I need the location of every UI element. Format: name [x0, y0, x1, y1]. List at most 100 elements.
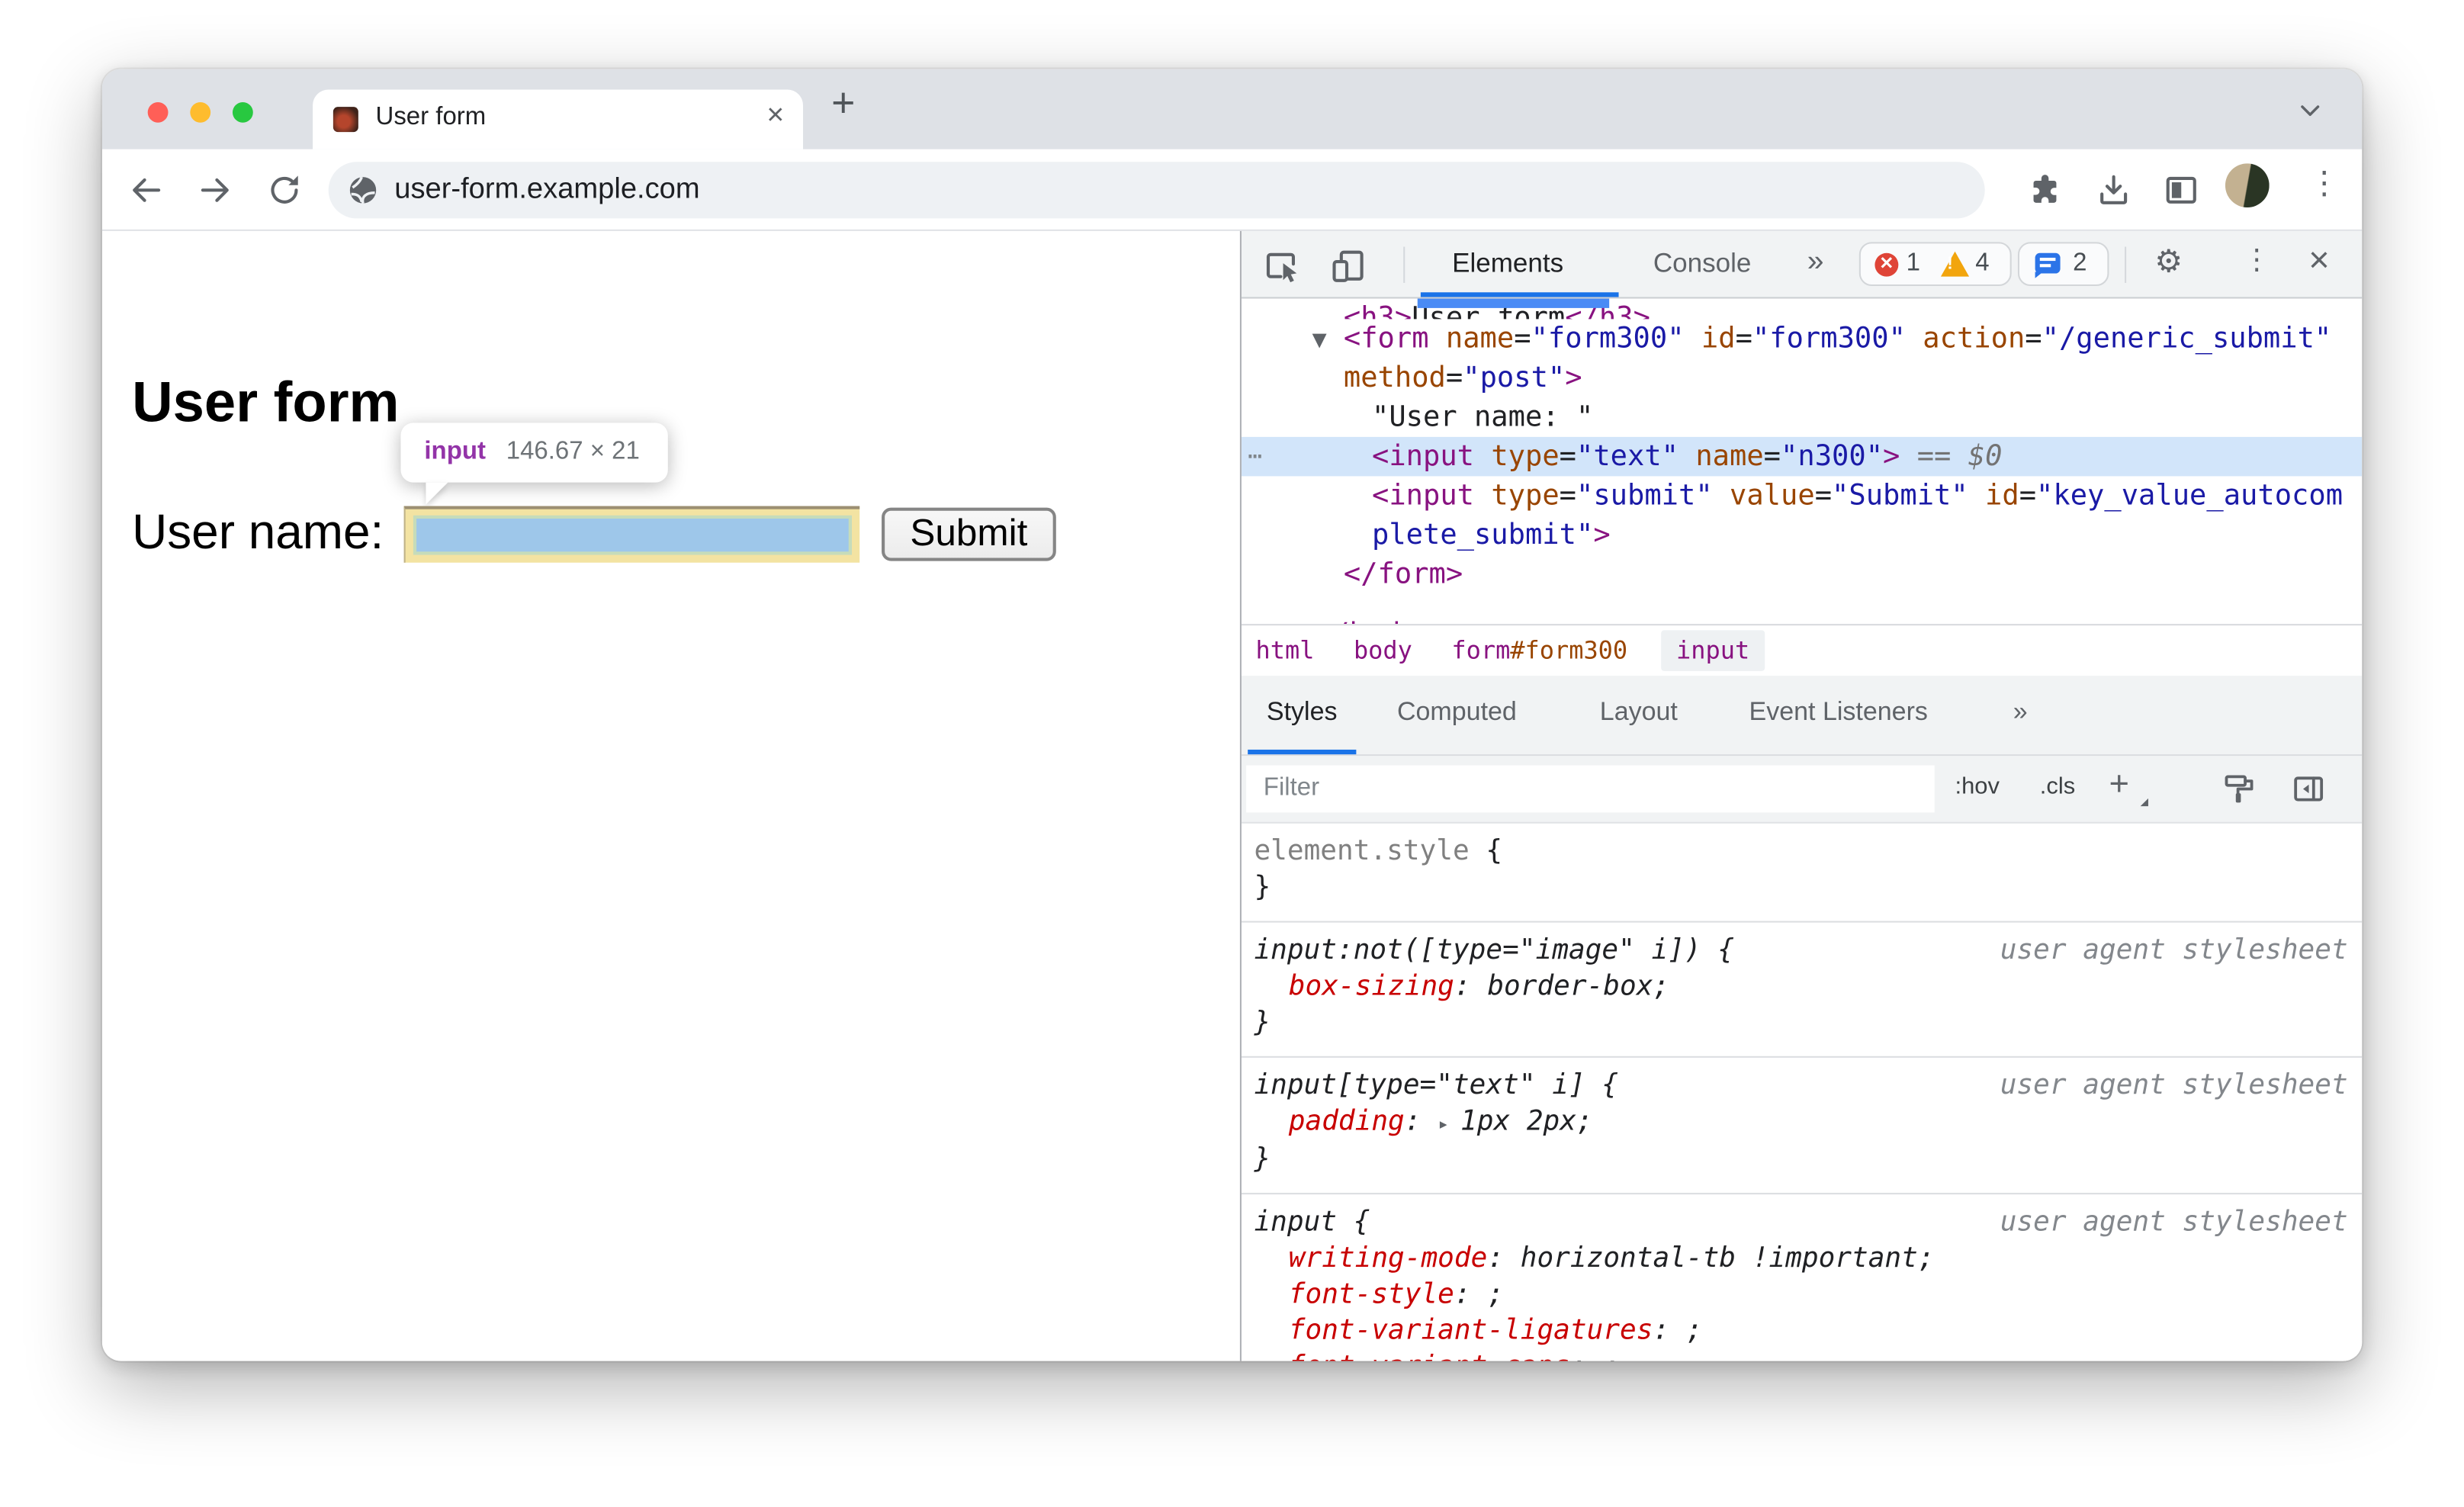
breadcrumb-item-html[interactable]: html	[1255, 637, 1314, 665]
style-rule: element.style {}	[1242, 824, 2362, 921]
sidebar-tab-computed[interactable]: Computed	[1397, 698, 1517, 728]
style-declaration[interactable]: padding: ▸ 1px 2px;	[1254, 1105, 2347, 1142]
devtools-toolbar: Elements Console » ✕ 1 ! 4 2 ⚙ ⋮ ×	[1241, 230, 2363, 299]
property-value: ;	[1685, 1315, 1703, 1348]
toggle-hover-state-button[interactable]: :hov	[1955, 773, 2000, 800]
breadcrumb-item-input[interactable]: input	[1660, 630, 1765, 671]
property-name: font-variant-caps	[1289, 1351, 1570, 1361]
code-token: "Submit"	[1832, 479, 1968, 513]
devtools-tab-console[interactable]: Console	[1653, 249, 1752, 280]
sidebar-tab-event-listeners[interactable]: Event Listeners	[1749, 698, 1928, 728]
code-token: >	[1565, 361, 1582, 395]
code-token: =	[1814, 479, 1833, 513]
minimize-window-button[interactable]	[190, 101, 211, 123]
code-token: =	[2019, 479, 2037, 513]
style-declaration[interactable]: font-variant-ligatures: ;	[1254, 1314, 2347, 1350]
styles-filter-input[interactable]	[1246, 765, 1935, 813]
dom-line[interactable]: <h3>User form</h3>	[1242, 298, 2362, 320]
code-token: name	[1679, 439, 1764, 474]
back-button[interactable]	[127, 172, 165, 209]
address-bar[interactable]: user-form.example.com	[328, 162, 1985, 219]
code-token: =	[1735, 322, 1752, 355]
paint-roller-icon[interactable]	[2222, 772, 2260, 809]
dom-line[interactable]: </form>	[1242, 554, 2362, 594]
style-rule: input {user agent stylesheet writing-mode…	[1241, 1193, 2363, 1361]
inspect-overlay-content-box	[413, 515, 852, 555]
rule-selector[interactable]: input {	[1254, 1207, 1370, 1239]
submit-button[interactable]: Submit	[882, 507, 1056, 561]
tooltip-tail	[426, 482, 448, 505]
code-token: </form>	[1343, 557, 1463, 591]
code-token: >	[1593, 519, 1611, 552]
dom-line[interactable]: </body>	[1242, 594, 2362, 624]
style-declaration[interactable]: font-style: ;	[1254, 1277, 2347, 1313]
style-rule: input[type="text" i] {user agent stylesh…	[1241, 1056, 2363, 1193]
sidebar-tab-styles[interactable]: Styles	[1267, 698, 1338, 728]
browser-tab[interactable]: User form ×	[313, 89, 804, 149]
errors-warnings-badge[interactable]: ✕ 1 ! 4	[1858, 242, 2012, 287]
tab-search-chevron-icon[interactable]	[2295, 95, 2326, 134]
toggle-class-button[interactable]: .cls	[2040, 773, 2075, 800]
property-value: horizontal-tb !important;	[1520, 1243, 1935, 1275]
style-declaration[interactable]: box-sizing: border-box;	[1254, 969, 2347, 1005]
download-icon[interactable]	[2095, 172, 2132, 209]
side-panel-icon[interactable]	[2163, 172, 2200, 209]
site-info-globe-icon[interactable]	[347, 175, 378, 206]
username-input-highlighted[interactable]	[403, 506, 860, 563]
sidebar-more-tabs-icon[interactable]: »	[2013, 698, 2028, 728]
style-declaration[interactable]: writing-mode: horizontal-tb !important;	[1254, 1242, 2347, 1277]
code-token: type	[1474, 479, 1560, 513]
devtools-menu-icon[interactable]: ⋮	[2243, 243, 2271, 276]
browser-menu-icon[interactable]: ⋮	[2308, 163, 2340, 201]
tooltip-element-tag: input	[424, 438, 486, 465]
settings-gear-icon[interactable]: ⚙	[2154, 242, 2183, 279]
style-rule: input:not([type="image" i]) {user agent …	[1241, 921, 2363, 1056]
dom-line[interactable]: ▼ <form name="form300" id="form300" actio…	[1242, 319, 2362, 358]
profile-avatar[interactable]	[2225, 163, 2270, 208]
code-token: <h3>	[1343, 301, 1412, 320]
style-declaration[interactable]: font-variant-caps: ;	[1254, 1350, 2347, 1361]
close-devtools-icon[interactable]: ×	[2308, 239, 2330, 281]
extensions-puzzle-icon[interactable]	[2027, 172, 2064, 209]
inspect-element-icon[interactable]	[1264, 247, 1301, 284]
rule-selector[interactable]: input:not([type="image" i]) {	[1254, 935, 1734, 966]
issues-badge[interactable]: 2	[2017, 242, 2109, 287]
rule-selector[interactable]: input[type="text" i] {	[1254, 1070, 1618, 1101]
url-text[interactable]: user-form.example.com	[394, 172, 699, 206]
more-tabs-icon[interactable]: »	[1807, 245, 1824, 279]
forward-button[interactable]	[197, 172, 234, 209]
tab-close-icon[interactable]: ×	[766, 99, 784, 133]
tab-favicon-icon	[332, 107, 358, 133]
property-name: writing-mode	[1288, 1243, 1488, 1275]
active-sidebar-tab-underline	[1248, 749, 1357, 755]
error-icon: ✕	[1875, 252, 1899, 277]
reload-button[interactable]	[265, 172, 303, 209]
code-token: >	[1883, 439, 1900, 474]
dom-line[interactable]: "User name: "	[1242, 397, 2362, 437]
code-token: =	[2025, 322, 2042, 355]
dom-line[interactable]: method="post">	[1242, 358, 2362, 398]
code-token: =	[1445, 361, 1463, 395]
sidebar-tab-layout[interactable]: Layout	[1600, 698, 1678, 728]
colon: :	[1570, 1351, 1603, 1361]
code-token: "text"	[1576, 439, 1679, 474]
code-token: "/generic_submit"	[2042, 322, 2332, 355]
element-style-selector: element.style	[1254, 836, 1470, 868]
dom-line[interactable]: plete_submit">	[1242, 516, 2362, 555]
devtools-tab-elements[interactable]: Elements	[1452, 249, 1563, 280]
computed-sidebar-toggle-icon[interactable]	[2292, 772, 2329, 809]
tab-title: User form	[375, 104, 487, 131]
new-style-rule-corner	[2140, 798, 2148, 807]
breadcrumb-item-form[interactable]: form#form300	[1451, 637, 1627, 665]
zoom-window-button[interactable]	[232, 101, 253, 123]
styles-pane: element.style {} input:not([type="image" …	[1241, 823, 2363, 1361]
close-window-button[interactable]	[147, 101, 169, 123]
dom-line[interactable]: ⋯ <input type="text" name="n300"> == $0	[1241, 436, 2363, 477]
new-tab-button[interactable]: +	[831, 79, 855, 127]
device-toolbar-icon[interactable]	[1329, 247, 1367, 284]
breadcrumb-item-body[interactable]: body	[1354, 637, 1412, 665]
error-count: 1	[1906, 249, 1920, 277]
dom-line[interactable]: <input type="submit" value="Submit" id="…	[1242, 476, 2362, 516]
code-token: name	[1428, 322, 1515, 355]
new-style-rule-button[interactable]: +	[2109, 764, 2128, 805]
